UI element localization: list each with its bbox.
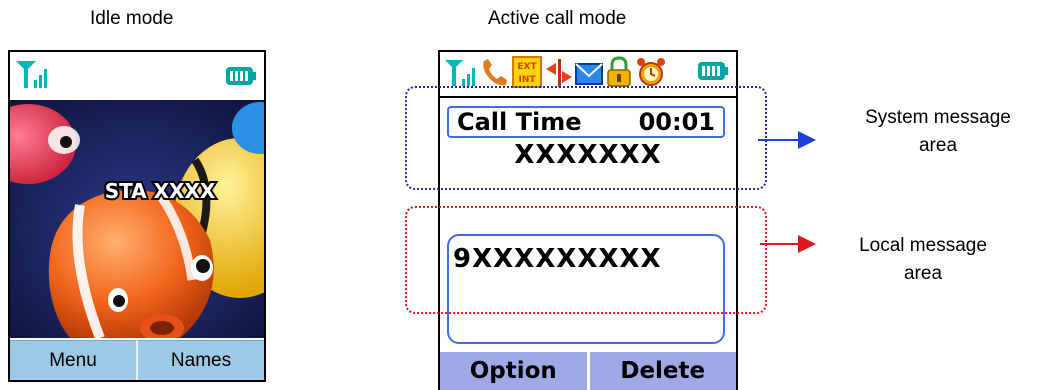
delete-softkey[interactable]: Delete [586,352,736,390]
svg-text:INT: INT [518,75,536,85]
battery-icon [226,67,256,85]
local-message-label: Local message area [818,232,1028,288]
idle-status-bar [10,52,264,100]
fish-wallpaper: STA XXXX [10,100,264,338]
idle-softkey-bar: Menu Names [10,340,264,380]
system-message-label-line2: area [918,135,958,156]
local-message-zone-outline [405,206,767,314]
idle-phone-screen: STA XXXX Menu Names [8,50,266,382]
system-message-label-line1: System message [865,107,1011,128]
ext-int-icon: EXT INT [512,56,542,88]
local-arrow [760,235,816,253]
system-message-label: System message area [832,104,1044,160]
local-message-label-line1: Local message [859,235,987,256]
system-message-zone-outline [405,86,767,190]
option-softkey[interactable]: Option [440,352,587,390]
active-call-mode-caption: Active call mode [488,8,627,29]
names-softkey[interactable]: Names [136,340,264,380]
local-message-label-line2: area [903,263,943,284]
svg-text:EXT: EXT [517,62,537,72]
wallpaper-text: STA XXXX [105,179,216,203]
lock-icon [607,56,631,87]
idle-mode-caption: Idle mode [90,8,174,29]
alarm-clock-icon [637,58,665,86]
signal-icon [16,61,47,88]
active-softkey-bar: Option Delete [440,352,736,390]
menu-softkey[interactable]: Menu [10,340,136,380]
